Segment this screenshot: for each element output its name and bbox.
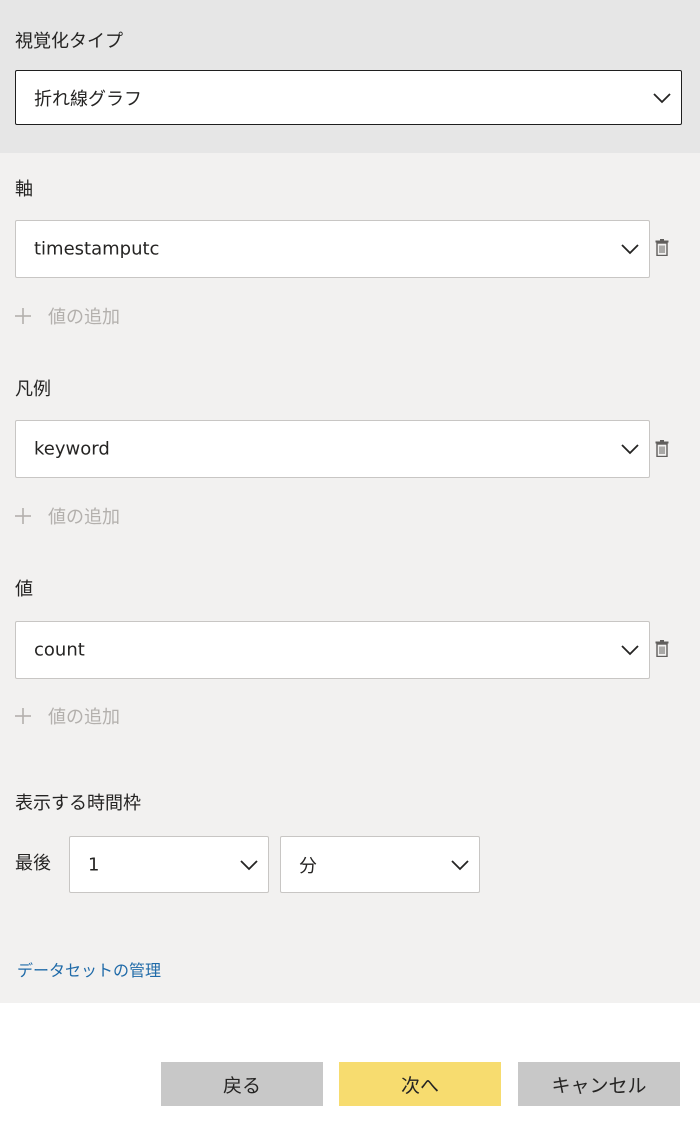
chevron-down-icon bbox=[451, 859, 469, 870]
legend-add-value-label: 値の追加 bbox=[48, 507, 120, 528]
plus-icon bbox=[15, 508, 31, 524]
chevron-down-icon bbox=[653, 92, 671, 103]
chevron-down-icon bbox=[621, 444, 639, 455]
timeframe-label: 表示する時間枠 bbox=[15, 793, 141, 814]
chevron-down-icon bbox=[621, 645, 639, 656]
timeframe-amount-dropdown[interactable]: 1 bbox=[69, 836, 269, 893]
legend-label: 凡例 bbox=[15, 379, 51, 400]
chevron-down-icon bbox=[240, 859, 258, 870]
timeframe-unit-value: 分 bbox=[299, 855, 317, 877]
chevron-down-icon bbox=[621, 244, 639, 255]
visualization-type-dropdown[interactable]: 折れ線グラフ bbox=[15, 70, 682, 125]
trash-icon[interactable] bbox=[655, 239, 669, 256]
visualization-type-label: 視覚化タイプ bbox=[15, 31, 123, 52]
values-add-value-label: 値の追加 bbox=[48, 707, 120, 728]
values-label: 値 bbox=[15, 579, 33, 600]
timeframe-unit-dropdown[interactable]: 分 bbox=[280, 836, 480, 893]
manage-dataset-link[interactable]: データセットの管理 bbox=[17, 957, 161, 981]
next-button[interactable]: 次へ bbox=[339, 1062, 501, 1106]
trash-icon[interactable] bbox=[655, 640, 669, 657]
values-add-value-button[interactable]: 値の追加 bbox=[14, 704, 120, 728]
axis-label: 軸 bbox=[15, 179, 33, 200]
legend-field-value: keyword bbox=[34, 438, 110, 460]
axis-field-dropdown[interactable]: timestamputc bbox=[15, 220, 650, 278]
visualization-type-value: 折れ線グラフ bbox=[34, 88, 142, 110]
plus-icon bbox=[15, 308, 31, 324]
axis-add-value-button[interactable]: 値の追加 bbox=[14, 304, 120, 328]
axis-add-value-label: 値の追加 bbox=[48, 307, 120, 328]
legend-field-dropdown[interactable]: keyword bbox=[15, 420, 650, 478]
timeframe-amount-value: 1 bbox=[88, 854, 100, 875]
values-field-value: count bbox=[34, 639, 85, 661]
cancel-button[interactable]: キャンセル bbox=[518, 1062, 680, 1106]
values-field-dropdown[interactable]: count bbox=[15, 621, 650, 679]
trash-icon[interactable] bbox=[655, 440, 669, 457]
axis-field-value: timestamputc bbox=[34, 238, 160, 260]
legend-add-value-button[interactable]: 値の追加 bbox=[14, 504, 120, 528]
back-button[interactable]: 戻る bbox=[161, 1062, 323, 1106]
timeframe-last-label: 最後 bbox=[15, 853, 51, 874]
plus-icon bbox=[15, 708, 31, 724]
